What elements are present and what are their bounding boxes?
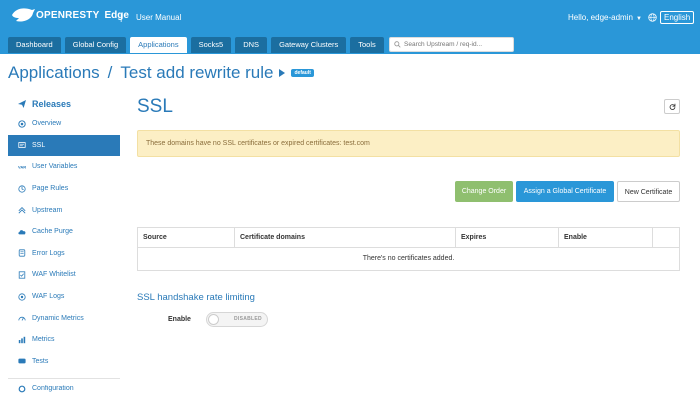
- column-actions: [653, 228, 679, 247]
- user-manual-link[interactable]: User Manual: [136, 13, 181, 22]
- new-certificate-button[interactable]: New Certificate: [617, 181, 680, 202]
- whitelist-icon: [18, 271, 26, 279]
- brand-wordmark: OPENRESTY: [36, 9, 100, 21]
- upstream-icon: [18, 207, 26, 214]
- top-navbar: OPENRESTY Edge | User Manual Hello, edge…: [0, 0, 700, 54]
- breadcrumb-applications[interactable]: Applications: [8, 63, 100, 83]
- search-box: [389, 37, 514, 52]
- waf-log-icon: [18, 292, 26, 301]
- search-input[interactable]: [404, 41, 509, 48]
- partition-badge: default: [291, 69, 314, 77]
- breadcrumb-separator: /: [107, 63, 113, 82]
- sidebar-item-upstream[interactable]: Upstream: [8, 199, 120, 221]
- sidebar-item-configuration[interactable]: Configuration: [8, 385, 120, 394]
- refresh-icon: [669, 103, 675, 110]
- sidebar-item-user-variables[interactable]: VAR User Variables: [8, 156, 120, 178]
- breadcrumb: Applications / Test add rewrite rule def…: [8, 63, 314, 83]
- topbar-separator: |: [120, 12, 123, 22]
- svg-text:VAR: VAR: [18, 165, 26, 170]
- sidebar-item-label: Metrics: [32, 336, 55, 344]
- column-certificate-domains: Certificate domains: [235, 228, 456, 247]
- sidebar-item-label: SSL: [32, 141, 46, 149]
- tab-dashboard[interactable]: Dashboard: [8, 37, 61, 53]
- eye-icon: [18, 120, 26, 128]
- main-nav-tabs: Dashboard Global Config Applications Soc…: [8, 37, 388, 53]
- sidebar: Releases Overview SSL VAR User Variables…: [8, 95, 120, 394]
- page-title: SSL: [137, 96, 173, 117]
- caret-down-icon: ▼: [635, 16, 642, 22]
- refresh-button[interactable]: [664, 99, 680, 114]
- certificate-icon: [18, 142, 26, 149]
- tab-socks5[interactable]: Socks5: [190, 37, 232, 53]
- sidebar-divider: [8, 378, 120, 380]
- language-selector[interactable]: English: [648, 11, 695, 24]
- metrics-icon: [18, 336, 26, 343]
- sidebar-item-overview[interactable]: Overview: [8, 113, 120, 135]
- globe-icon: [648, 13, 657, 22]
- column-enable: Enable: [559, 228, 653, 247]
- rules-icon: [18, 184, 26, 193]
- tests-icon: [18, 358, 26, 364]
- sidebar-item-ssl[interactable]: SSL: [8, 134, 120, 157]
- certificates-table: Source Certificate domains Expires Enabl…: [137, 227, 680, 271]
- sidebar-item-label: Configuration: [32, 385, 74, 393]
- sidebar-item-metrics[interactable]: Metrics: [8, 329, 120, 351]
- sidebar-item-label: User Variables: [32, 163, 78, 171]
- sidebar-item-label: Cache Purge: [32, 228, 73, 236]
- search-icon: [394, 41, 401, 48]
- table-header: Source Certificate domains Expires Enabl…: [138, 228, 679, 248]
- error-log-icon: [18, 249, 26, 257]
- sidebar-item-tests[interactable]: Tests: [8, 351, 120, 373]
- gear-icon: [18, 385, 26, 393]
- cloud-icon: [18, 229, 26, 235]
- sidebar-item-page-rules[interactable]: Page Rules: [8, 178, 120, 200]
- column-expires: Expires: [456, 228, 559, 247]
- sidebar-item-label: WAF Whitelist: [32, 271, 76, 279]
- rate-limit-section-title: SSL handshake rate limiting: [137, 292, 255, 303]
- column-source: Source: [138, 228, 235, 247]
- tab-dns[interactable]: DNS: [235, 37, 268, 53]
- var-icon: VAR: [18, 165, 26, 170]
- caret-right-icon[interactable]: [279, 69, 286, 77]
- sidebar-item-waf-logs[interactable]: WAF Logs: [8, 286, 120, 308]
- tab-applications[interactable]: Applications: [130, 37, 187, 53]
- sidebar-item-label: Error Logs: [32, 249, 65, 257]
- rate-limit-toggle[interactable]: DISABLED: [206, 312, 268, 327]
- sidebar-item-waf-whitelist[interactable]: WAF Whitelist: [8, 264, 120, 286]
- sidebar-item-label: Overview: [32, 120, 62, 128]
- table-empty-message: There's no certificates added.: [362, 255, 455, 262]
- toggle-state-label: DISABLED: [234, 316, 262, 322]
- tab-gateway-clusters[interactable]: Gateway Clusters: [271, 37, 347, 53]
- dynamic-metrics-icon: [18, 317, 26, 321]
- breadcrumb-app-name: Test add rewrite rule: [120, 63, 274, 82]
- tab-tools[interactable]: Tools: [350, 37, 384, 53]
- sidebar-item-label: Dynamic Metrics: [32, 314, 84, 322]
- sidebar-item-label: WAF Logs: [32, 293, 65, 301]
- sidebar-item-label: Tests: [32, 357, 49, 365]
- language-label: English: [660, 11, 695, 24]
- enable-label: Enable: [168, 316, 191, 323]
- user-menu[interactable]: Hello, edge-admin ▼: [568, 13, 642, 22]
- tab-global-config[interactable]: Global Config: [64, 37, 127, 53]
- sidebar-item-label: Upstream: [32, 206, 63, 214]
- sidebar-item-dynamic-metrics[interactable]: Dynamic Metrics: [8, 307, 120, 329]
- sidebar-title: Releases: [32, 99, 72, 109]
- toggle-knob: [208, 314, 219, 325]
- user-greeting: Hello, edge-admin: [568, 13, 633, 22]
- brand-logo[interactable]: OPENRESTY Edge: [10, 6, 129, 24]
- sidebar-item-cache-purge[interactable]: Cache Purge: [8, 221, 120, 243]
- brand-product: Edge: [104, 9, 129, 21]
- sidebar-item-error-logs[interactable]: Error Logs: [8, 243, 120, 265]
- sidebar-section-releases[interactable]: Releases: [8, 95, 120, 113]
- change-order-button[interactable]: Change Order: [455, 181, 513, 202]
- assign-global-certificate-button[interactable]: Assign a Global Certificate: [516, 181, 614, 202]
- openresty-bird-icon: [12, 8, 35, 22]
- sidebar-item-label: Page Rules: [32, 185, 69, 193]
- ssl-warning-alert: These domains have no SSL certificates o…: [137, 130, 680, 157]
- paper-plane-icon: [18, 100, 26, 108]
